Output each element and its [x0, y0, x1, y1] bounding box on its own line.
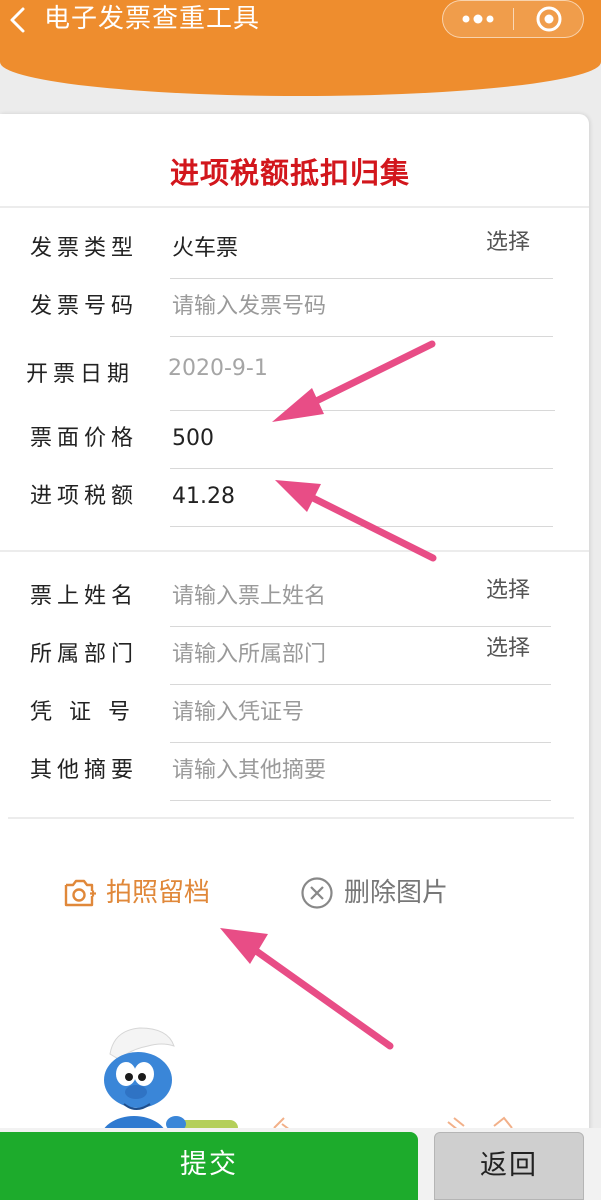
row-underline	[170, 684, 551, 685]
section-divider	[8, 817, 574, 819]
form-card: 进项税额抵扣归集 发票类型 火车票 选择 发票号码 请输入发票号码 开票日期 2…	[0, 114, 589, 1164]
invoice-number-input[interactable]: 请输入发票号码	[172, 292, 326, 322]
ticket-name-select-button[interactable]: 选择	[486, 576, 530, 606]
section-divider	[0, 206, 589, 208]
close-circle-icon[interactable]	[514, 1, 584, 37]
other-summary-label: 其他摘要	[30, 758, 139, 783]
submit-button[interactable]: 提交	[0, 1132, 418, 1200]
take-photo-label: 拍照留档	[106, 878, 211, 908]
top-navigation-bar: 电子发票查重工具	[0, 0, 601, 96]
other-summary-input[interactable]: 请输入其他摘要	[172, 756, 326, 786]
row-underline	[170, 278, 553, 279]
department-input[interactable]: 请输入所属部门	[172, 640, 326, 670]
section-divider	[0, 550, 589, 552]
form-title: 进项税额抵扣归集	[169, 156, 410, 190]
delete-circle-icon	[301, 877, 333, 909]
ticket-name-row[interactable]: 票上姓名 请输入票上姓名 选择	[0, 578, 589, 636]
voucher-number-input[interactable]: 请输入凭证号	[172, 698, 304, 728]
input-tax-label: 进项税额	[30, 484, 139, 509]
row-underline	[170, 800, 551, 801]
row-underline	[170, 468, 553, 469]
back-chevron-icon[interactable]	[6, 6, 30, 34]
ticket-price-row[interactable]: 票面价格 500	[0, 422, 589, 480]
mini-program-capsule	[442, 0, 584, 38]
invoice-number-row[interactable]: 发票号码 请输入发票号码	[0, 288, 589, 346]
take-photo-button[interactable]: 拍照留档	[62, 874, 232, 914]
delete-image-button[interactable]: 删除图片	[300, 874, 470, 914]
invoice-type-label: 发票类型	[30, 236, 139, 261]
department-label: 所属部门	[30, 642, 139, 667]
ticket-price-input[interactable]: 500	[172, 424, 214, 454]
return-button[interactable]: 返回	[434, 1132, 584, 1200]
row-underline	[170, 410, 555, 411]
voucher-number-row[interactable]: 凭 证 号 请输入凭证号	[0, 694, 589, 752]
other-summary-row[interactable]: 其他摘要 请输入其他摘要	[0, 752, 589, 810]
department-row[interactable]: 所属部门 请输入所属部门 选择	[0, 636, 589, 694]
row-underline	[170, 742, 551, 743]
ticket-name-label: 票上姓名	[30, 584, 139, 609]
input-tax-row[interactable]: 进项税额 41.28	[0, 480, 589, 538]
ticket-name-input[interactable]: 请输入票上姓名	[172, 582, 326, 612]
row-underline	[170, 526, 553, 527]
camera-icon	[64, 879, 96, 907]
ticket-price-label: 票面价格	[30, 426, 139, 451]
invoice-date-label: 开票日期	[26, 362, 135, 387]
delete-image-label: 删除图片	[344, 878, 449, 908]
invoice-type-select-button[interactable]: 选择	[486, 228, 530, 258]
more-dots-icon[interactable]	[443, 1, 513, 37]
voucher-number-label: 凭 证 号	[30, 700, 135, 725]
invoice-type-row[interactable]: 发票类型 火车票 选择	[0, 230, 589, 288]
department-select-button[interactable]: 选择	[486, 634, 530, 664]
invoice-type-value: 火车票	[172, 236, 239, 261]
row-underline	[170, 626, 551, 627]
invoice-date-input[interactable]: 2020-9-1	[168, 354, 268, 384]
row-underline	[170, 336, 553, 337]
invoice-date-row[interactable]: 开票日期 2020-9-1	[0, 346, 589, 411]
invoice-number-label: 发票号码	[30, 294, 139, 319]
app-title: 电子发票查重工具	[44, 4, 261, 34]
input-tax-input[interactable]: 41.28	[172, 482, 235, 512]
